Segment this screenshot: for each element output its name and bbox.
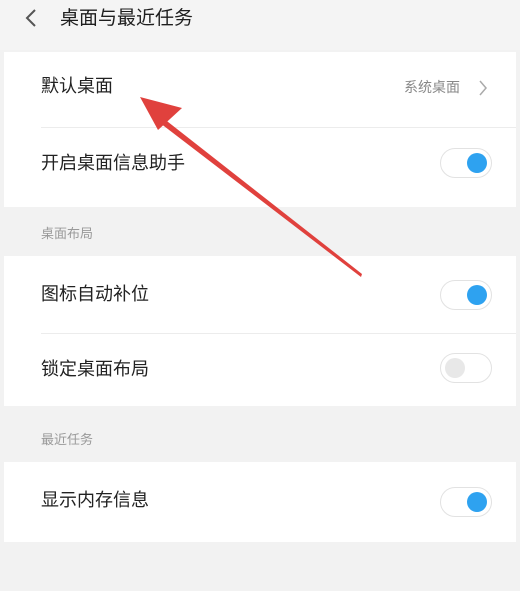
top-bar: 桌面与最近任务 (0, 0, 520, 50)
toggle-knob (467, 492, 487, 512)
chevron-right-icon (479, 80, 487, 96)
show-memory-toggle[interactable] (440, 487, 492, 517)
toggle-knob (467, 153, 487, 173)
default-desktop-value: 系统桌面 (404, 80, 460, 96)
toggle-knob (467, 285, 487, 305)
lock-layout-row: 锁定桌面布局 (4, 334, 516, 406)
section-label-layout: 桌面布局 (41, 227, 94, 242)
layout-card: 图标自动补位 锁定桌面布局 (4, 256, 516, 406)
icon-autofill-toggle[interactable] (440, 280, 492, 310)
icon-autofill-label: 图标自动补位 (41, 284, 149, 305)
lock-layout-label: 锁定桌面布局 (41, 359, 149, 380)
show-memory-label: 显示内存信息 (41, 490, 149, 511)
lock-layout-toggle[interactable] (440, 353, 492, 383)
recent-card: 显示内存信息 (4, 462, 516, 542)
desktop-assistant-label: 开启桌面信息助手 (41, 153, 185, 174)
back-icon[interactable] (22, 6, 42, 30)
desktop-assistant-row: 开启桌面信息助手 (4, 128, 516, 207)
page-title: 桌面与最近任务 (60, 7, 194, 29)
show-memory-row: 显示内存信息 (4, 462, 516, 542)
default-desktop-row[interactable]: 默认桌面 系统桌面 (4, 52, 516, 127)
desktop-assistant-toggle[interactable] (440, 148, 492, 178)
desktop-card: 默认桌面 系统桌面 开启桌面信息助手 (4, 52, 516, 207)
icon-autofill-row: 图标自动补位 (4, 256, 516, 332)
default-desktop-label: 默认桌面 (41, 76, 113, 97)
section-label-recent: 最近任务 (41, 433, 94, 448)
toggle-knob (445, 358, 465, 378)
